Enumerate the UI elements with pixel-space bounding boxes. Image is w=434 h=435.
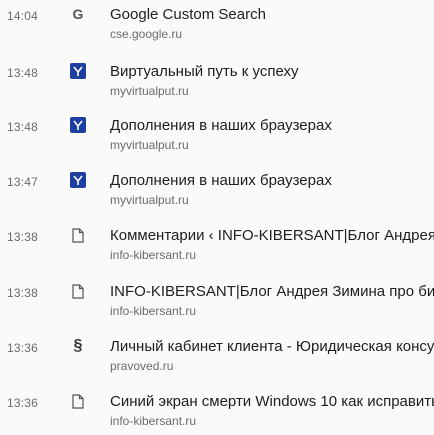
history-list: 14:04 G Google Custom Search cse.google.…	[0, 0, 434, 435]
section-icon: §	[73, 337, 83, 354]
page-domain: myvirtualput.ru	[110, 84, 189, 98]
document-icon	[70, 393, 86, 409]
history-row[interactable]: 14:04 G Google Custom Search cse.google.…	[0, 2, 434, 57]
visit-time: 14:04	[7, 9, 39, 23]
page-title-link[interactable]: Виртуальный путь к успеху	[110, 63, 434, 80]
google-icon: G	[72, 6, 84, 22]
page-title-link[interactable]: Дополнения в наших браузерах	[110, 117, 434, 134]
history-row[interactable]: 13:36 Синий экран смерти Windows 10 как …	[0, 389, 434, 435]
virtualput-icon	[70, 63, 86, 79]
document-icon	[70, 227, 86, 243]
virtualput-icon	[70, 172, 86, 188]
history-row[interactable]: 13:47 Дополнения в наших браузерах myvir…	[0, 168, 434, 223]
page-domain: pravoved.ru	[110, 359, 174, 373]
visit-time: 13:38	[7, 230, 39, 244]
page-title-link[interactable]: Google Custom Search	[110, 6, 434, 23]
history-row[interactable]: 13:38 INFO-KIBERSANT|Блог Андрея Зимина …	[0, 279, 434, 334]
page-title-link[interactable]: Дополнения в наших браузерах	[110, 172, 434, 189]
visit-time: 13:47	[7, 175, 39, 189]
page-domain: info-kibersant.ru	[110, 414, 197, 428]
page-domain: cse.google.ru	[110, 27, 183, 41]
page-title-link[interactable]: INFO-KIBERSANT|Блог Андрея Зимина про би…	[110, 283, 434, 300]
document-icon	[70, 283, 86, 299]
visit-time: 13:48	[7, 120, 39, 134]
page-title-link[interactable]: Синий экран смерти Windows 10 как исправ…	[110, 393, 434, 410]
history-row[interactable]: 13:38 Комментарии ‹ INFO-KIBERSANT|Блог …	[0, 223, 434, 278]
visit-time: 13:38	[7, 286, 39, 300]
visit-time: 13:36	[7, 341, 39, 355]
visit-time: 13:36	[7, 396, 39, 410]
visit-time: 13:48	[7, 66, 39, 80]
virtualput-icon	[70, 117, 86, 133]
page-domain: info-kibersant.ru	[110, 248, 197, 262]
page-domain: info-kibersant.ru	[110, 304, 197, 318]
page-domain: myvirtualput.ru	[110, 138, 189, 152]
page-title-link[interactable]: Комментарии ‹ INFO-KIBERSANT|Блог Андрея…	[110, 227, 434, 244]
history-row[interactable]: 13:36 § Личный кабинет клиента - Юридиче…	[0, 334, 434, 389]
history-row[interactable]: 13:48 Дополнения в наших браузерах myvir…	[0, 113, 434, 168]
page-title-link[interactable]: Личный кабинет клиента - Юридическая кон…	[110, 338, 434, 355]
page-domain: myvirtualput.ru	[110, 193, 189, 207]
history-row[interactable]: 13:48 Виртуальный путь к успеху myvirtua…	[0, 59, 434, 114]
